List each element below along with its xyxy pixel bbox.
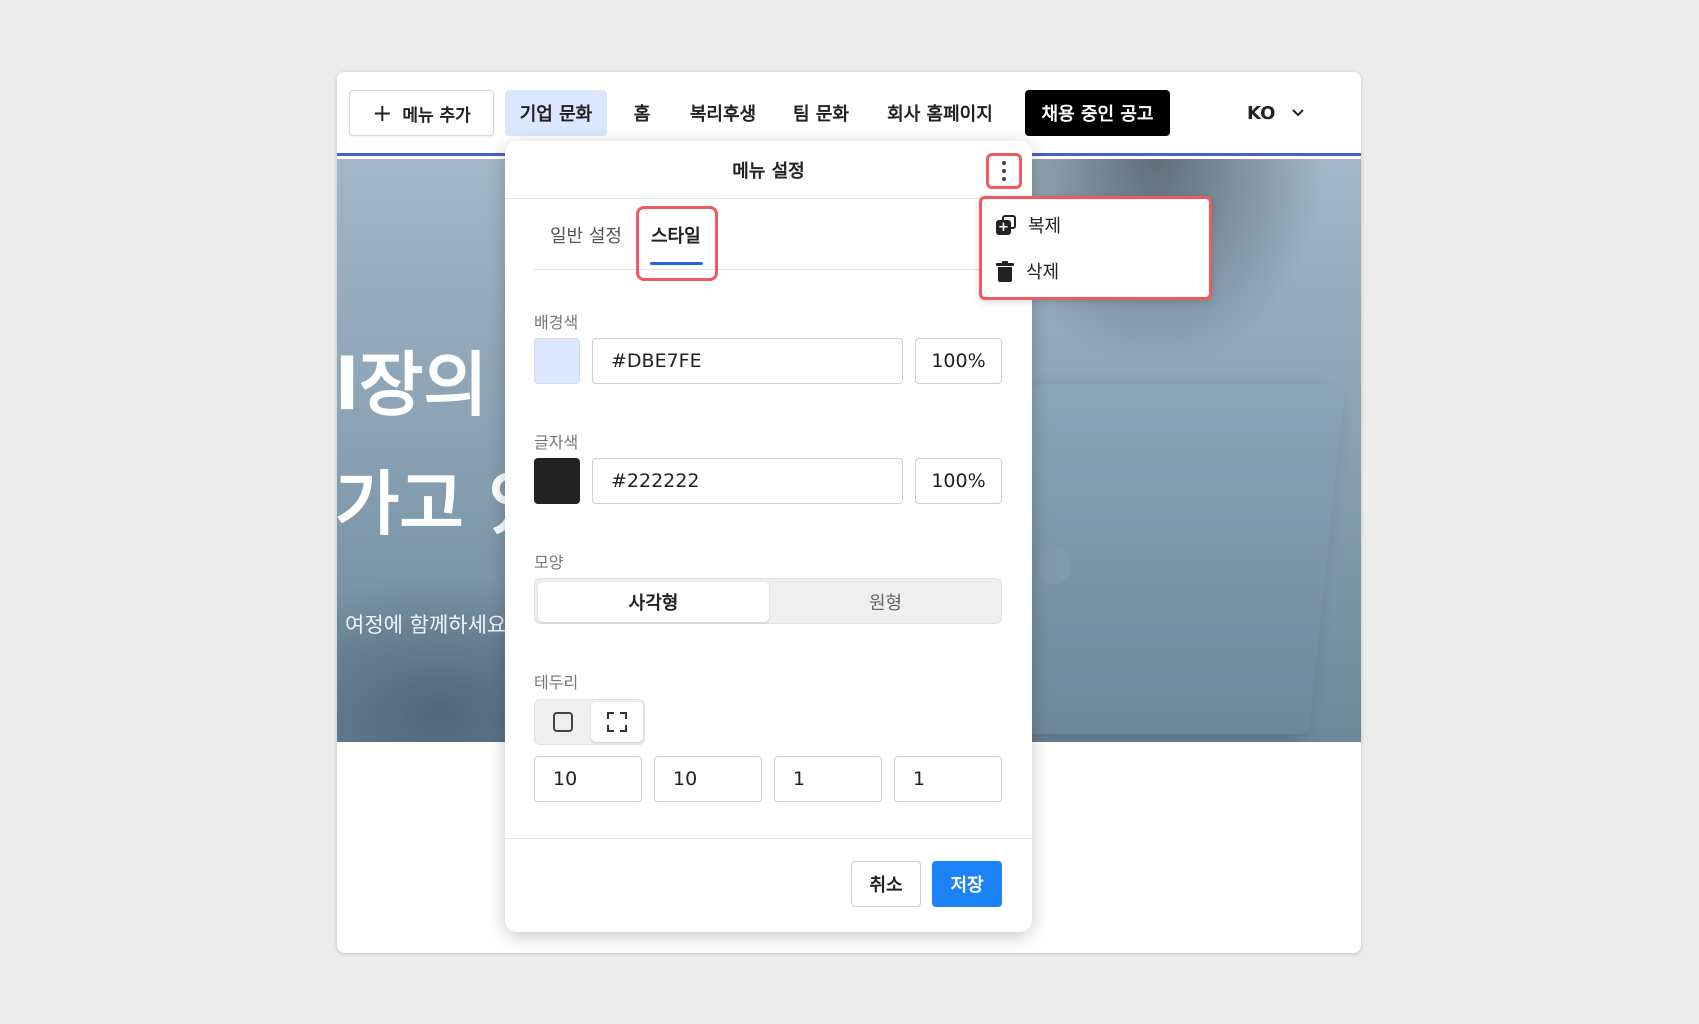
language-selector[interactable]: KO xyxy=(1247,90,1305,136)
panel-footer: 취소 저장 xyxy=(505,838,1032,932)
plus-icon: + xyxy=(372,99,393,127)
menu-item-benefits[interactable]: 복리후생 xyxy=(677,90,769,136)
border-value-input[interactable]: 1 xyxy=(774,756,882,802)
text-color-swatch[interactable] xyxy=(534,458,580,504)
tab-general-settings[interactable]: 일반 설정 xyxy=(550,222,622,248)
border-label: 테두리 xyxy=(534,673,579,692)
shape-option-square[interactable]: 사각형 xyxy=(538,582,769,622)
active-tab-indicator xyxy=(650,262,703,265)
settings-tabs: 일반 설정 스타일 xyxy=(534,206,1002,281)
border-value-input[interactable]: 10 xyxy=(654,756,762,802)
background-color-swatch[interactable] xyxy=(534,338,580,384)
background-color-hex-input[interactable]: #DBE7FE xyxy=(592,338,903,384)
text-color-hex-input[interactable]: #222222 xyxy=(592,458,903,504)
panel-title: 메뉴 설정 xyxy=(732,160,805,182)
shape-segmented-control: 사각형 원형 xyxy=(534,578,1002,624)
border-value-input[interactable]: 10 xyxy=(534,756,642,802)
background-color-label: 배경색 xyxy=(534,313,579,332)
duplicate-label: 복제 xyxy=(1028,216,1062,237)
delete-label: 삭제 xyxy=(1026,262,1060,283)
menu-item-duplicate[interactable]: + 복제 xyxy=(996,209,1061,241)
cancel-button[interactable]: 취소 xyxy=(851,861,921,907)
duplicate-icon: + xyxy=(996,215,1016,235)
hero-subtitle: 여정에 함께하세요 xyxy=(345,613,507,637)
add-menu-button[interactable]: + 메뉴 추가 xyxy=(349,90,494,136)
border-individual-button[interactable] xyxy=(591,702,643,742)
language-label: KO xyxy=(1247,102,1276,124)
menu-item-job-openings[interactable]: 채용 중인 공고 xyxy=(1025,90,1170,136)
chevron-down-icon xyxy=(1292,109,1305,117)
menu-item-home[interactable]: 홈 xyxy=(617,90,667,136)
hero-heading-line1: l장의 xyxy=(337,344,488,426)
save-button[interactable]: 저장 xyxy=(932,861,1002,907)
more-vertical-icon xyxy=(1002,161,1006,181)
trash-icon xyxy=(996,260,1014,282)
corners-icon xyxy=(607,712,627,732)
text-opacity-input[interactable]: 100% xyxy=(915,458,1002,504)
border-mode-toggle xyxy=(534,699,645,745)
add-menu-label: 메뉴 추가 xyxy=(402,105,471,126)
shape-option-round[interactable]: 원형 xyxy=(771,582,1000,622)
text-color-label: 글자색 xyxy=(534,433,579,452)
apple-logo-icon xyxy=(1037,544,1071,584)
tab-style[interactable]: 스타일 xyxy=(651,222,701,248)
square-icon xyxy=(553,712,573,732)
more-options-menu: + 복제 삭제 xyxy=(979,196,1212,300)
menu-item-company-culture[interactable]: 기업 문화 xyxy=(505,90,607,136)
border-value-input[interactable]: 1 xyxy=(894,756,1002,802)
background-opacity-input[interactable]: 100% xyxy=(915,338,1002,384)
menu-item-delete[interactable]: 삭제 xyxy=(996,255,1059,287)
menu-item-company-homepage[interactable]: 회사 홈페이지 xyxy=(872,90,1008,136)
more-options-button[interactable] xyxy=(986,153,1022,189)
menu-settings-panel: 메뉴 설정 일반 설정 스타일 배경색 #DBE7FE 100% 글자색 #22… xyxy=(505,141,1032,932)
border-uniform-button[interactable] xyxy=(537,702,589,742)
panel-header: 메뉴 설정 xyxy=(505,141,1032,199)
shape-label: 모양 xyxy=(534,553,564,572)
menu-item-team-culture[interactable]: 팀 문화 xyxy=(781,90,861,136)
